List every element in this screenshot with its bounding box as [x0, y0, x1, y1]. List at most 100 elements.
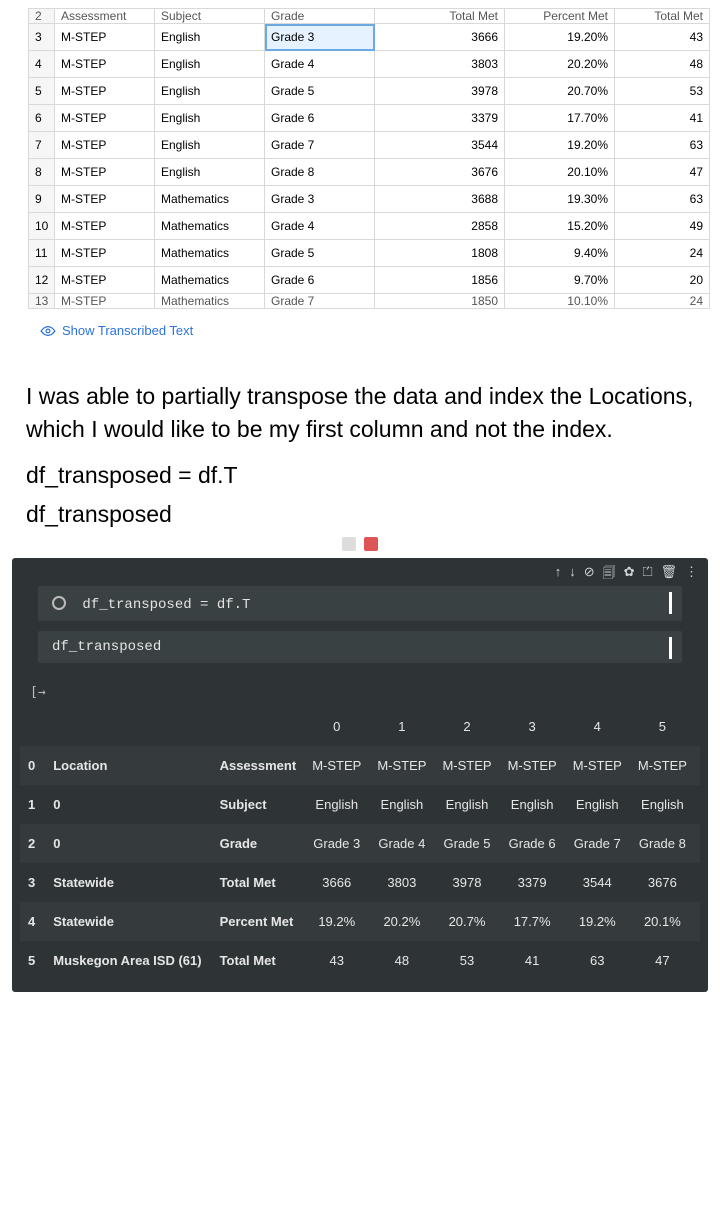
cell-subject[interactable]: Mathematics [155, 267, 265, 294]
row-header[interactable]: 11 [29, 240, 55, 267]
cell-grade[interactable]: Grade 6 [265, 105, 375, 132]
spreadsheet-table[interactable]: 2 Assessment Subject Grade Total Met Per… [28, 8, 710, 309]
cell-totalmet[interactable]: 2858 [375, 213, 505, 240]
cell-percentmet[interactable]: 17.70% [505, 105, 615, 132]
cell-grade[interactable]: Grade 3 [265, 186, 375, 213]
cell-totalmet2[interactable]: 41 [615, 105, 710, 132]
row-header[interactable]: 3 [29, 24, 55, 51]
cell-percentmet[interactable]: 19.30% [505, 186, 615, 213]
cell-subject[interactable]: English [155, 105, 265, 132]
table-row[interactable]: 13M-STEPMathematicsGrade 7185010.10%24 [29, 294, 710, 309]
cell-totalmet2[interactable]: 63 [615, 132, 710, 159]
cell-totalmet2[interactable]: 24 [615, 294, 710, 309]
cell-grade[interactable]: Grade 7 [265, 294, 375, 309]
cell-percentmet[interactable]: 19.20% [505, 132, 615, 159]
cell-percentmet[interactable]: 20.70% [505, 78, 615, 105]
table-row[interactable]: 6M-STEPEnglishGrade 6337917.70%41 [29, 105, 710, 132]
row-header[interactable]: 13 [29, 294, 55, 309]
cell-assessment[interactable]: M-STEP [55, 294, 155, 309]
cell-subject[interactable]: Mathematics [155, 213, 265, 240]
cell-grade[interactable]: Grade 4 [265, 51, 375, 78]
row-header[interactable]: 12 [29, 267, 55, 294]
cell-totalmet2[interactable]: 49 [615, 213, 710, 240]
row-header[interactable]: 6 [29, 105, 55, 132]
table-row[interactable]: 7M-STEPEnglishGrade 7354419.20%63 [29, 132, 710, 159]
cell-grade[interactable]: Grade 3 [265, 24, 375, 51]
code-cell-2[interactable]: df_transposed [38, 631, 682, 663]
cell-subject[interactable]: English [155, 24, 265, 51]
table-row[interactable]: 4M-STEPEnglishGrade 4380320.20%48 [29, 51, 710, 78]
cell-assessment[interactable]: M-STEP [55, 78, 155, 105]
move-down-icon[interactable]: ↓ [569, 564, 576, 586]
cell-percentmet[interactable]: 19.20% [505, 24, 615, 51]
clipboard-icon[interactable] [364, 537, 378, 551]
cell-totalmet2[interactable]: 63 [615, 186, 710, 213]
cell-subject[interactable]: English [155, 159, 265, 186]
more-icon[interactable]: ⋮ [685, 564, 698, 586]
col-header-grade[interactable]: Grade [265, 9, 375, 24]
cell-totalmet[interactable]: 3379 [375, 105, 505, 132]
link-icon[interactable]: ⊘ [584, 564, 595, 586]
row-header[interactable]: 5 [29, 78, 55, 105]
col-header-totalmet[interactable]: Total Met [375, 9, 505, 24]
cell-totalmet[interactable]: 1808 [375, 240, 505, 267]
col-header-assessment[interactable]: Assessment [55, 9, 155, 24]
cell-grade[interactable]: Grade 6 [265, 267, 375, 294]
cell-grade[interactable]: Grade 7 [265, 132, 375, 159]
cell-grade[interactable]: Grade 5 [265, 240, 375, 267]
move-up-icon[interactable]: ↑ [555, 564, 562, 586]
row-header[interactable]: 9 [29, 186, 55, 213]
show-transcribed-link[interactable]: Show Transcribed Text [0, 309, 720, 342]
col-header-percentmet[interactable]: Percent Met [505, 9, 615, 24]
table-row[interactable]: 11M-STEPMathematicsGrade 518089.40%24 [29, 240, 710, 267]
cell-assessment[interactable]: M-STEP [55, 186, 155, 213]
comment-icon[interactable]: 🗐 [603, 564, 616, 586]
trash-icon[interactable]: 🗑 [660, 564, 677, 586]
cell-totalmet[interactable]: 1850 [375, 294, 505, 309]
gear-icon[interactable]: ✿ [624, 564, 635, 586]
cell-assessment[interactable]: M-STEP [55, 213, 155, 240]
cell-assessment[interactable]: M-STEP [55, 132, 155, 159]
cell-subject[interactable]: Mathematics [155, 294, 265, 309]
refresh-icon[interactable] [342, 537, 356, 551]
cell-totalmet[interactable]: 3666 [375, 24, 505, 51]
row-header-2[interactable]: 2 [29, 9, 55, 24]
row-header[interactable]: 10 [29, 213, 55, 240]
cell-percentmet[interactable]: 20.20% [505, 51, 615, 78]
cell-totalmet2[interactable]: 53 [615, 78, 710, 105]
cell-percentmet[interactable]: 20.10% [505, 159, 615, 186]
table-row[interactable]: 3M-STEPEnglishGrade 3366619.20%43 [29, 24, 710, 51]
cell-grade[interactable]: Grade 5 [265, 78, 375, 105]
cell-totalmet[interactable]: 3978 [375, 78, 505, 105]
cell-totalmet2[interactable]: 47 [615, 159, 710, 186]
table-row[interactable]: 8M-STEPEnglishGrade 8367620.10%47 [29, 159, 710, 186]
cell-totalmet[interactable]: 1856 [375, 267, 505, 294]
cell-percentmet[interactable]: 15.20% [505, 213, 615, 240]
row-header[interactable]: 4 [29, 51, 55, 78]
cell-percentmet[interactable]: 9.70% [505, 267, 615, 294]
col-header-totalmet2[interactable]: Total Met [615, 9, 710, 24]
mirror-icon[interactable]: ⏍ [643, 564, 653, 586]
cell-assessment[interactable]: M-STEP [55, 51, 155, 78]
cell-totalmet[interactable]: 3676 [375, 159, 505, 186]
cell-assessment[interactable]: M-STEP [55, 240, 155, 267]
row-header[interactable]: 8 [29, 159, 55, 186]
output-scroll[interactable]: [→ 0123456789...178179180 0LocationAsses… [20, 683, 700, 986]
cell-assessment[interactable]: M-STEP [55, 159, 155, 186]
cell-subject[interactable]: English [155, 78, 265, 105]
cell-totalmet[interactable]: 3803 [375, 51, 505, 78]
cell-percentmet[interactable]: 10.10% [505, 294, 615, 309]
cell-totalmet2[interactable]: 24 [615, 240, 710, 267]
table-row[interactable]: 10M-STEPMathematicsGrade 4285815.20%49 [29, 213, 710, 240]
cell-percentmet[interactable]: 9.40% [505, 240, 615, 267]
cell-totalmet2[interactable]: 43 [615, 24, 710, 51]
cell-subject[interactable]: English [155, 132, 265, 159]
row-header[interactable]: 7 [29, 132, 55, 159]
cell-totalmet[interactable]: 3544 [375, 132, 505, 159]
cell-subject[interactable]: Mathematics [155, 186, 265, 213]
cell-totalmet[interactable]: 3688 [375, 186, 505, 213]
cell-totalmet2[interactable]: 20 [615, 267, 710, 294]
code-cell-1[interactable]: df_transposed = df.T [38, 586, 682, 621]
cell-totalmet2[interactable]: 48 [615, 51, 710, 78]
cell-grade[interactable]: Grade 8 [265, 159, 375, 186]
